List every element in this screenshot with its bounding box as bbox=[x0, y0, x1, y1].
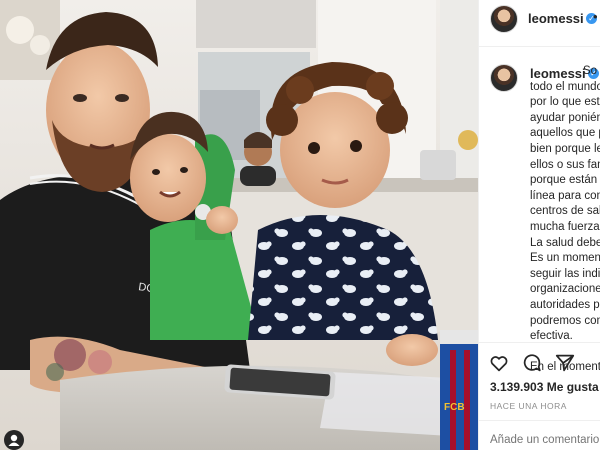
header-divider bbox=[478, 46, 600, 47]
caption-line: ellos o sus fam bbox=[530, 158, 600, 171]
like-count[interactable]: 3.139.903 Me gusta bbox=[490, 380, 599, 394]
comment-input[interactable] bbox=[490, 434, 600, 446]
caption-line: línea para con bbox=[530, 189, 600, 202]
caption-line: centros de sal bbox=[530, 205, 600, 218]
caption-line: bien porque le bbox=[530, 142, 600, 155]
share-icon[interactable] bbox=[554, 352, 576, 374]
avatar[interactable] bbox=[490, 5, 518, 33]
actions-divider bbox=[478, 342, 600, 343]
caption-line: por lo que est bbox=[530, 96, 600, 109]
caption-line: organizacione bbox=[530, 283, 600, 296]
post-photo[interactable]: DOLCE&G bbox=[0, 0, 478, 450]
caption-line: aquellos que p bbox=[530, 127, 600, 140]
caption-line: So bbox=[583, 65, 598, 77]
family-photo-illustration: DOLCE&G bbox=[0, 0, 478, 450]
comment-icon[interactable] bbox=[521, 352, 543, 374]
caption-line: mucha fuerza bbox=[530, 220, 600, 233]
caption-line: Es un moment bbox=[530, 252, 600, 265]
caption-line: ayudar ponién bbox=[530, 111, 600, 124]
caption-line: porque están bbox=[530, 174, 598, 187]
header-username[interactable]: leomessi bbox=[528, 11, 584, 26]
cup-text: FCB bbox=[444, 402, 465, 413]
user-tag-icon[interactable] bbox=[4, 430, 24, 450]
caption-line: podremos com bbox=[530, 314, 600, 327]
caption-line: seguir las indi bbox=[530, 267, 600, 280]
caption-line: autoridades p bbox=[530, 298, 600, 311]
caption-avatar[interactable] bbox=[490, 64, 518, 92]
post-timestamp[interactable]: HACE UNA HORA bbox=[490, 401, 567, 411]
caption-line: La salud debe bbox=[530, 236, 600, 249]
heart-icon[interactable] bbox=[488, 352, 510, 374]
more-options-icon[interactable]: • bbox=[593, 9, 598, 24]
caption-line: todo el mundo bbox=[530, 80, 600, 93]
comment-divider bbox=[478, 420, 600, 421]
caption-text: So todo el mundo por lo que est ayudar poni… bbox=[530, 64, 600, 376]
